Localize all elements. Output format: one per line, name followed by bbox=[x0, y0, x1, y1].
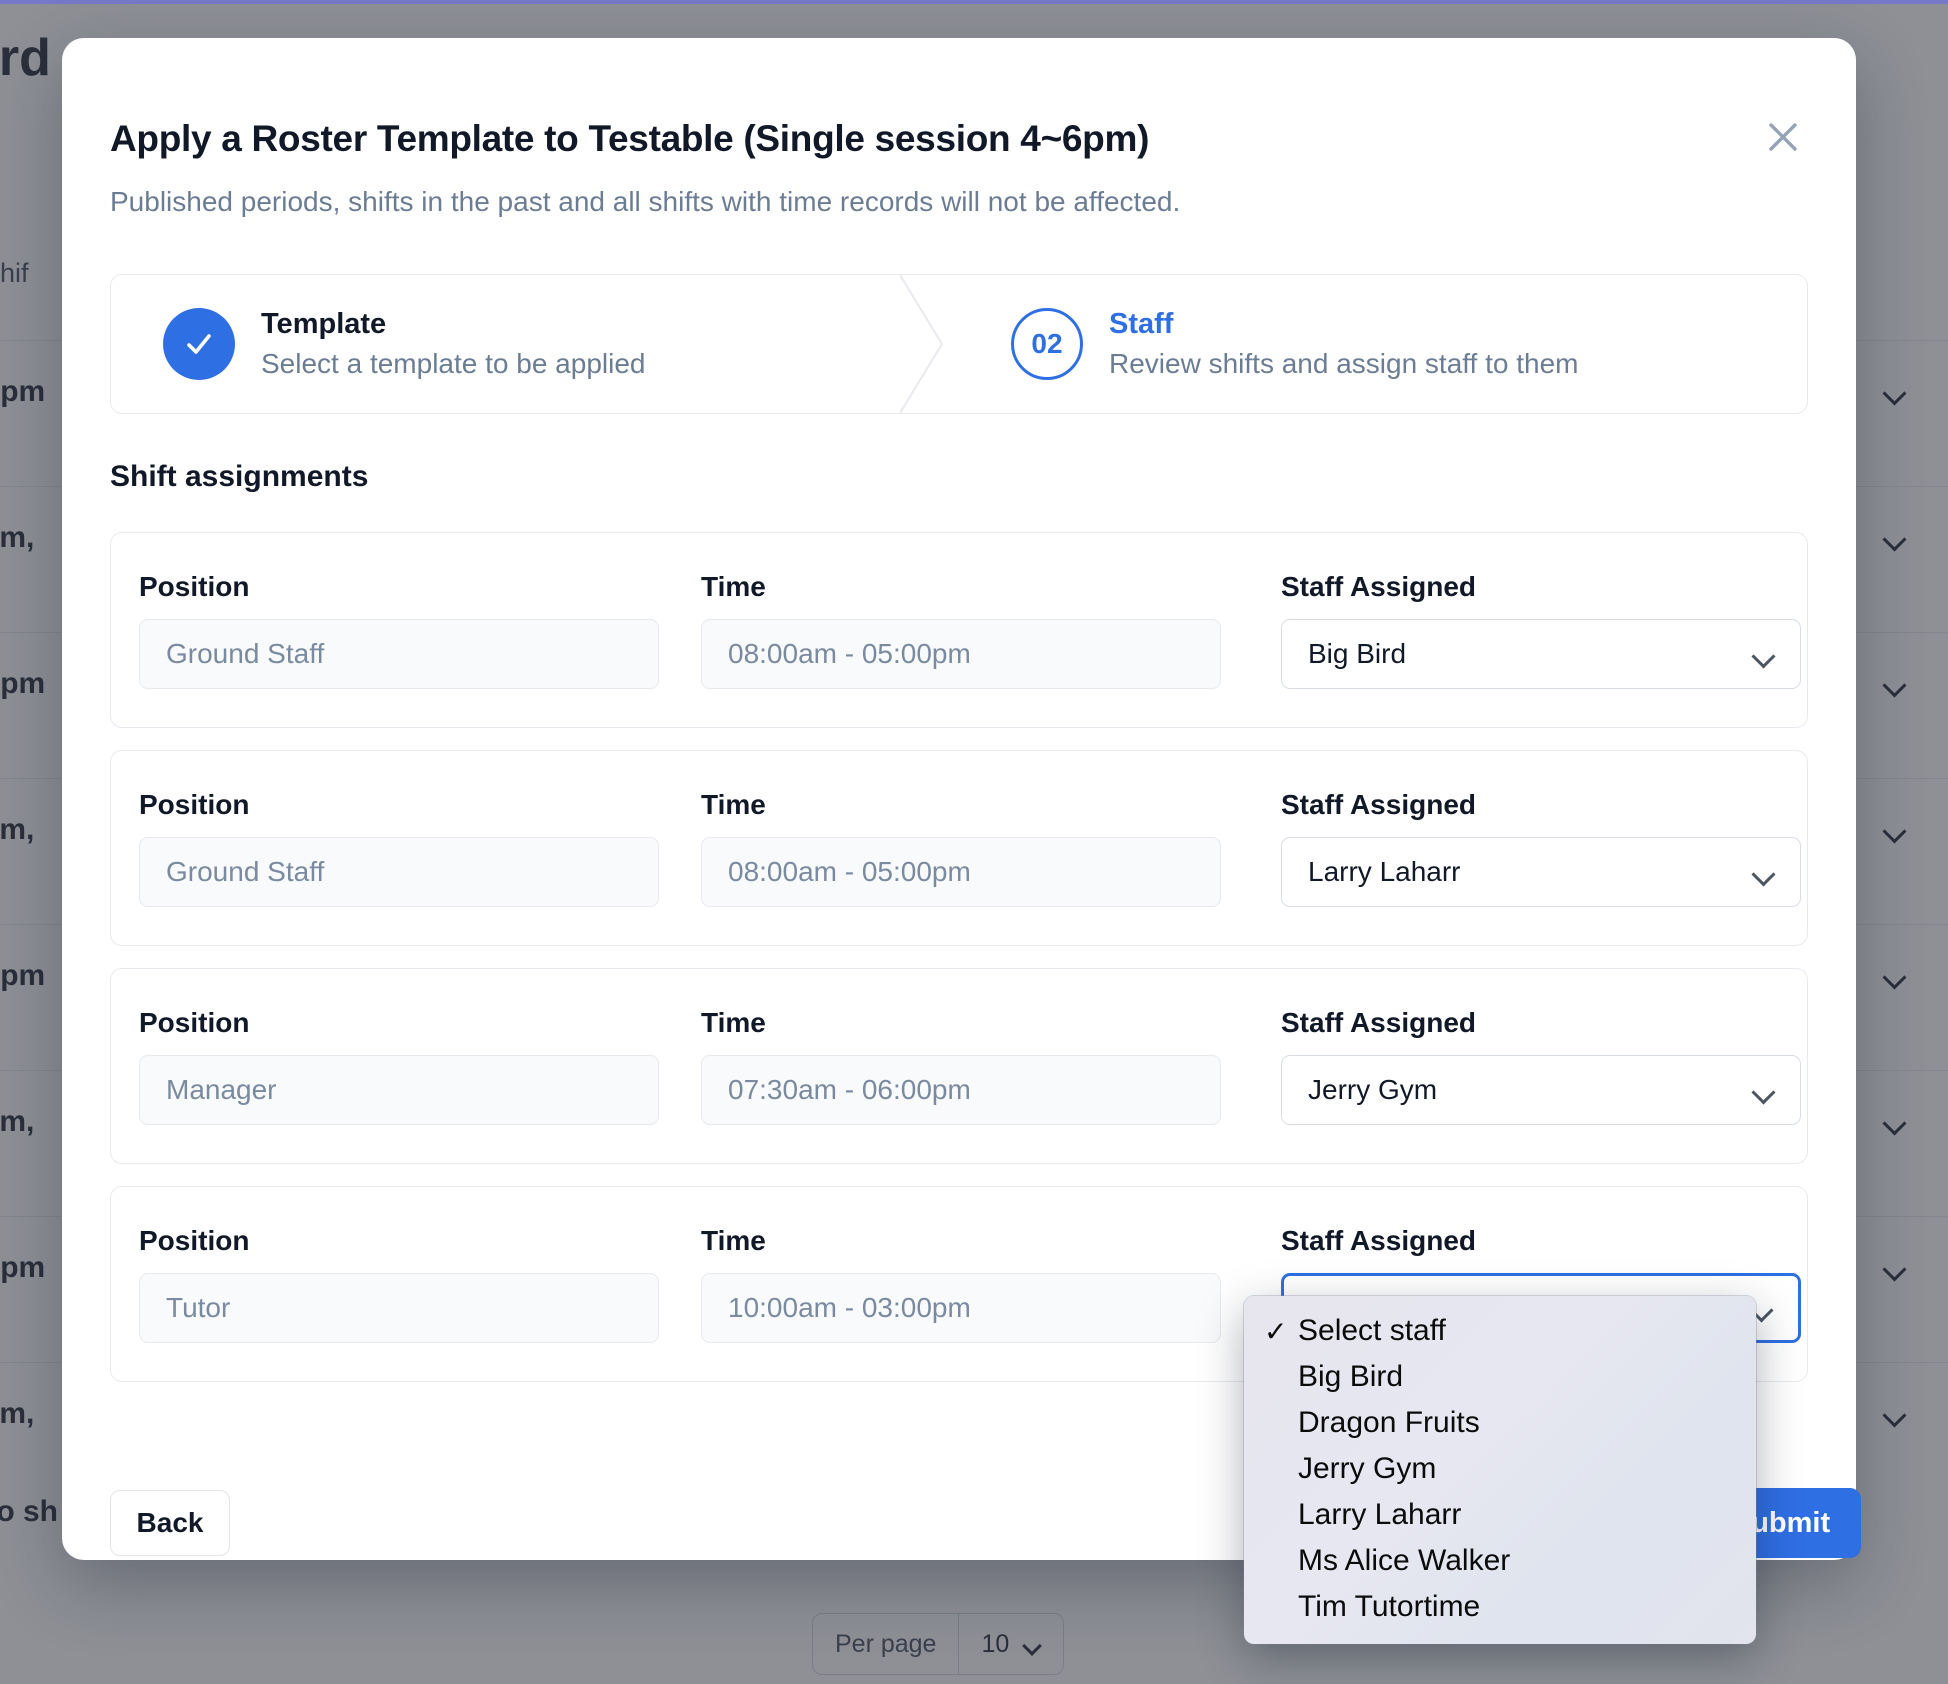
staff-select-dropdown[interactable]: ✓ Select staff Big Bird Dragon Fruits Jerry … bbox=[1244, 1296, 1756, 1644]
staff-assigned-label: Staff Assigned bbox=[1281, 1225, 1476, 1256]
step-staff-text: Staff Review shifts and assign staff to … bbox=[1109, 306, 1579, 383]
time-field: 07:30am - 06:00pm bbox=[701, 1055, 1221, 1125]
step-complete-check-icon bbox=[163, 308, 235, 380]
check-icon: ✓ bbox=[1264, 1315, 1288, 1347]
progress-bar bbox=[0, 0, 1948, 4]
position-field: Ground Staff bbox=[139, 837, 659, 907]
position-field: Manager bbox=[139, 1055, 659, 1125]
position-field: Ground Staff bbox=[139, 619, 659, 689]
position-label: Position bbox=[139, 789, 250, 820]
step-template-text: Template Select a template to be applied bbox=[261, 306, 645, 383]
time-field: 08:00am - 05:00pm bbox=[701, 837, 1221, 907]
position-field: Tutor bbox=[139, 1273, 659, 1343]
staff-option[interactable]: Jerry Gym bbox=[1244, 1446, 1756, 1492]
staff-option-label: Ms Alice Walker bbox=[1298, 1544, 1511, 1577]
close-icon[interactable] bbox=[1760, 114, 1806, 160]
position-label: Position bbox=[139, 1007, 250, 1038]
staff-option[interactable]: Dragon Fruits bbox=[1244, 1400, 1756, 1446]
modal-title: Apply a Roster Template to Testable (Sin… bbox=[110, 118, 1150, 159]
staff-assigned-value: Larry Laharr bbox=[1308, 856, 1461, 887]
chevron-down-icon bbox=[1752, 866, 1774, 878]
chevron-down-icon bbox=[1752, 648, 1774, 660]
staff-assigned-select[interactable]: Big Bird bbox=[1281, 619, 1801, 689]
staff-assigned-label: Staff Assigned bbox=[1281, 1007, 1476, 1038]
position-label: Position bbox=[139, 1225, 250, 1256]
shift-assignments-heading: Shift assignments bbox=[110, 460, 369, 493]
staff-option[interactable]: ✓ Select staff bbox=[1244, 1308, 1756, 1354]
staff-option[interactable]: Larry Laharr bbox=[1244, 1492, 1756, 1538]
time-field: 10:00am - 03:00pm bbox=[701, 1273, 1221, 1343]
time-label: Time bbox=[701, 1225, 766, 1256]
staff-option-label: Big Bird bbox=[1298, 1360, 1404, 1393]
step-template[interactable]: Template Select a template to be applied bbox=[111, 275, 959, 413]
staff-assigned-select[interactable]: Larry Laharr bbox=[1281, 837, 1801, 907]
step-staff-subtitle: Review shifts and assign staff to them bbox=[1109, 347, 1579, 379]
step-staff-number: 02 bbox=[1031, 328, 1063, 359]
position-label: Position bbox=[139, 571, 250, 602]
staff-option-label: Larry Laharr bbox=[1298, 1498, 1462, 1531]
staff-option[interactable]: Big Bird bbox=[1244, 1354, 1756, 1400]
staff-option-label: Tim Tutortime bbox=[1298, 1590, 1481, 1623]
staff-option-label: Dragon Fruits bbox=[1298, 1406, 1480, 1439]
staff-option-label: Select staff bbox=[1298, 1314, 1446, 1347]
staff-option[interactable]: Tim Tutortime bbox=[1244, 1584, 1756, 1630]
staff-option-label: Jerry Gym bbox=[1298, 1452, 1437, 1485]
chevron-down-icon bbox=[1752, 1084, 1774, 1096]
shift-assignment-row: Position Manager Time 07:30am - 06:00pm Staf… bbox=[110, 968, 1808, 1164]
staff-assigned-value: Jerry Gym bbox=[1308, 1074, 1438, 1105]
step-template-title: Template bbox=[261, 307, 387, 340]
time-field: 08:00am - 05:00pm bbox=[701, 619, 1221, 689]
step-staff-badge: 02 bbox=[1011, 308, 1083, 380]
wizard-stepper: Template Select a template to be applied… bbox=[110, 274, 1808, 414]
step-template-subtitle: Select a template to be applied bbox=[261, 347, 646, 379]
step-staff[interactable]: 02 Staff Review shifts and assign staff … bbox=[959, 275, 1807, 413]
staff-assigned-label: Staff Assigned bbox=[1281, 571, 1476, 602]
staff-assigned-label: Staff Assigned bbox=[1281, 789, 1476, 820]
staff-assigned-select[interactable]: Jerry Gym bbox=[1281, 1055, 1801, 1125]
modal-description: Published periods, shifts in the past an… bbox=[110, 186, 1181, 217]
time-label: Time bbox=[701, 789, 766, 820]
time-label: Time bbox=[701, 1007, 766, 1038]
back-button[interactable]: Back bbox=[110, 1490, 230, 1556]
staff-option[interactable]: Ms Alice Walker bbox=[1244, 1538, 1756, 1584]
time-label: Time bbox=[701, 571, 766, 602]
back-button-label: Back bbox=[136, 1507, 204, 1538]
step-separator-icon bbox=[900, 275, 960, 413]
shift-assignment-row: Position Ground Staff Time 08:00am - 05:00p… bbox=[110, 750, 1808, 946]
shift-assignment-row: Position Ground Staff Time 08:00am - 05:00p… bbox=[110, 532, 1808, 728]
staff-assigned-value: Big Bird bbox=[1308, 638, 1407, 669]
step-staff-title: Staff bbox=[1109, 307, 1174, 340]
